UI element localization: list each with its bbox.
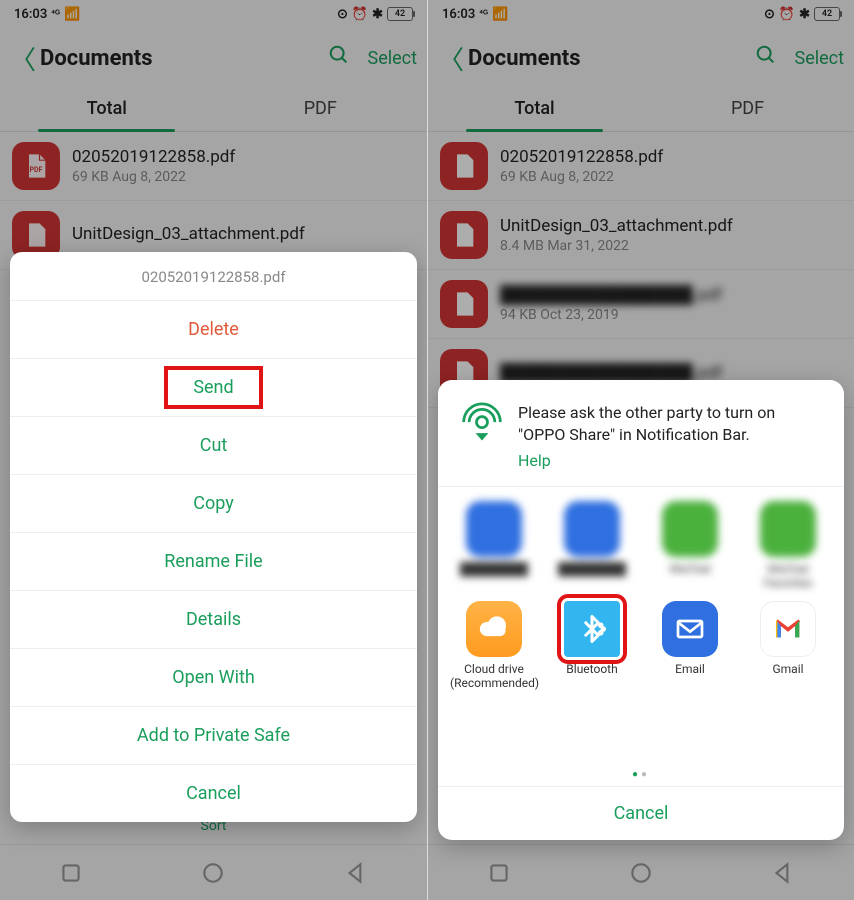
oppo-share-icon xyxy=(460,402,504,446)
wechat-icon xyxy=(760,501,816,557)
share-header: Please ask the other party to turn on "O… xyxy=(438,380,844,487)
screen-right: 16:03 ⁴ᴳ 📶 ⊙ ⏰ ✱ 42 〈 Documents Select T… xyxy=(427,0,854,900)
context-menu: 02052019122858.pdf Delete Send Cut Copy … xyxy=(10,252,417,822)
app-icon xyxy=(564,501,620,557)
share-app-gmail[interactable]: Gmail xyxy=(742,601,834,691)
share-app-bluetooth[interactable]: Bluetooth xyxy=(546,601,638,691)
cloud-icon xyxy=(466,601,522,657)
menu-openwith[interactable]: Open With xyxy=(10,649,417,707)
wechat-icon xyxy=(662,501,718,557)
app-label: WeChat Favorites xyxy=(744,563,832,591)
share-app-email[interactable]: Email xyxy=(644,601,736,691)
app-label: ████████ xyxy=(460,563,528,577)
share-sheet: Please ask the other party to turn on "O… xyxy=(438,380,844,840)
menu-details[interactable]: Details xyxy=(10,591,417,649)
app-label: ████████ xyxy=(558,563,626,577)
menu-rename[interactable]: Rename File xyxy=(10,533,417,591)
share-message: Please ask the other party to turn on "O… xyxy=(518,402,822,445)
context-menu-title: 02052019122858.pdf xyxy=(10,252,417,301)
share-app-clouddrive[interactable]: Cloud drive (Recommended) xyxy=(448,601,540,691)
menu-cancel[interactable]: Cancel xyxy=(10,765,417,822)
menu-privatesafe[interactable]: Add to Private Safe xyxy=(10,707,417,765)
menu-cut[interactable]: Cut xyxy=(10,417,417,475)
share-app[interactable]: ████████ xyxy=(546,501,638,591)
share-app-wechat-fav[interactable]: WeChat Favorites xyxy=(742,501,834,591)
menu-send[interactable]: Send xyxy=(10,359,417,417)
menu-copy[interactable]: Copy xyxy=(10,475,417,533)
screen-left: 16:03 ⁴ᴳ 📶 ⊙ ⏰ ✱ 42 〈 Documents Select T… xyxy=(0,0,427,900)
app-label: Gmail xyxy=(772,663,803,677)
menu-delete[interactable]: Delete xyxy=(10,301,417,359)
app-label: Cloud drive (Recommended) xyxy=(450,663,538,691)
app-label: WeChat xyxy=(669,563,711,577)
help-link[interactable]: Help xyxy=(518,451,551,470)
bluetooth-icon xyxy=(564,601,620,657)
gmail-icon xyxy=(760,601,816,657)
app-label: Email xyxy=(675,663,705,677)
page-indicator: ●● xyxy=(438,767,844,786)
share-cancel-button[interactable]: Cancel xyxy=(438,786,844,840)
email-icon xyxy=(662,601,718,657)
share-app-wechat[interactable]: WeChat xyxy=(644,501,736,591)
highlighted-send: Send xyxy=(165,367,261,408)
share-app-grid: ████████ ████████ WeChat WeChat Favorite… xyxy=(438,487,844,767)
app-icon xyxy=(466,501,522,557)
share-app[interactable]: ████████ xyxy=(448,501,540,591)
app-label: Bluetooth xyxy=(566,663,617,677)
